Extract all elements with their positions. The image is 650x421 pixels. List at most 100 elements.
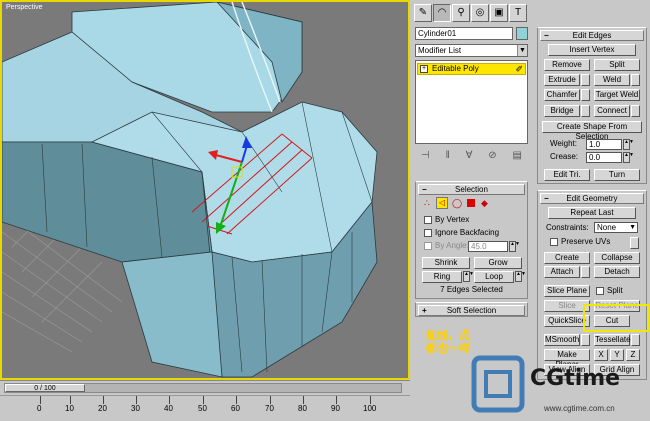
by-vertex-checkbox[interactable] <box>424 216 432 224</box>
edit-edges-rollout: − Edit Edges Insert Vertex Remove Split E… <box>537 27 647 184</box>
constraints-value: None <box>597 223 617 232</box>
cgtime-logo: CGtime www.cgtime.com.cn <box>470 352 650 419</box>
edit-geometry-rollout-header[interactable]: − Edit Geometry <box>540 193 644 204</box>
edge-mode-icon[interactable]: ◁ <box>436 197 448 209</box>
connect-settings-button[interactable] <box>631 105 640 117</box>
target-weld-button[interactable]: Target Weld <box>594 89 640 101</box>
connect-button[interactable]: Connect <box>594 105 630 117</box>
frame-ruler[interactable]: 0 10 20 30 40 50 60 70 80 90 100 <box>0 395 410 419</box>
create-tab-icon[interactable]: ✎ <box>414 4 432 22</box>
preserve-uvs-checkbox[interactable] <box>550 238 558 246</box>
time-slider-thumb[interactable]: 0 / 100 <box>5 384 85 392</box>
hierarchy-tab-icon[interactable]: ⚲ <box>452 4 470 22</box>
selection-title: Selection <box>455 185 488 194</box>
border-mode-icon[interactable]: ◯ <box>452 198 462 209</box>
crease-spinner[interactable]: ▲▼ <box>623 152 634 163</box>
viewport-label[interactable]: Perspective <box>6 4 43 11</box>
shrink-button[interactable]: Shrink <box>422 257 470 269</box>
msmooth-button[interactable]: MSmooth <box>544 334 580 346</box>
polygon-mode-icon[interactable] <box>467 199 475 207</box>
preserve-uvs-label: Preserve UVs <box>561 237 611 246</box>
stack-item-editable-poly[interactable]: + Editable Poly ✐ <box>417 63 526 75</box>
bridge-settings-button[interactable] <box>581 105 590 117</box>
crease-field[interactable]: 0.0 <box>586 152 622 163</box>
vertex-mode-icon[interactable]: ∴ <box>424 198 430 209</box>
soft-selection-rollout-header[interactable]: + Soft Selection <box>418 305 525 316</box>
attach-button[interactable]: Attach <box>544 266 580 278</box>
edit-tri-button[interactable]: Edit Tri. <box>544 169 590 181</box>
weld-settings-button[interactable] <box>631 74 640 86</box>
collapse-button[interactable]: Collapse <box>594 252 640 264</box>
stack-tools: ⊣ ‖ ∀ ⊘ ▤ <box>415 150 528 164</box>
repeat-last-button[interactable]: Repeat Last <box>548 207 636 219</box>
logo-url: www.cgtime.com.cn <box>544 404 615 413</box>
chamfer-settings-button[interactable] <box>581 89 590 101</box>
selection-rollout: − Selection ∴ ◁ ◯ ◆ By Vertex Ignore Back… <box>415 181 528 299</box>
tessellate-settings-button[interactable] <box>631 334 640 346</box>
subobject-icons: ∴ ◁ ◯ ◆ <box>424 197 494 210</box>
element-mode-icon[interactable]: ◆ <box>481 198 488 209</box>
perspective-viewport[interactable]: Perspective <box>0 0 410 380</box>
selection-rollout-header[interactable]: − Selection <box>418 184 525 195</box>
detach-button[interactable]: Detach <box>594 266 640 278</box>
loop-spinner[interactable]: ▲▼ <box>515 271 526 282</box>
slice-plane-button[interactable]: Slice Plane <box>544 285 590 297</box>
display-tab-icon[interactable]: ▣ <box>490 4 508 22</box>
by-vertex-label: By Vertex <box>435 215 470 224</box>
create-button[interactable]: Create <box>544 252 590 264</box>
extrude-button[interactable]: Extrude <box>544 74 580 86</box>
grow-button[interactable]: Grow <box>474 257 522 269</box>
pin-stack-icon[interactable]: ⊣ <box>421 150 430 164</box>
remove-button[interactable]: Remove <box>544 59 590 71</box>
weight-field[interactable]: 1.0 <box>586 139 622 150</box>
object-name-field[interactable]: Cylinder01 <box>415 27 513 40</box>
chevron-down-icon[interactable]: ▼ <box>517 45 527 56</box>
modifier-stack[interactable]: + Editable Poly ✐ <box>415 60 528 144</box>
preserve-uvs-settings-button[interactable] <box>630 237 639 249</box>
weld-button[interactable]: Weld <box>594 74 630 86</box>
weight-spinner[interactable]: ▲▼ <box>623 139 634 150</box>
expand-icon[interactable]: + <box>420 65 428 73</box>
edit-edges-title: Edit Edges <box>572 31 612 40</box>
split-checkbox[interactable] <box>596 287 604 295</box>
chamfer-button[interactable]: Chamfer <box>544 89 580 101</box>
loop-button[interactable]: Loop <box>474 271 514 283</box>
extrude-settings-button[interactable] <box>581 74 590 86</box>
annotation-line-1: 加线，点 <box>426 330 470 342</box>
turn-button[interactable]: Turn <box>594 169 640 181</box>
attach-settings-button[interactable] <box>581 266 590 278</box>
create-shape-button[interactable]: Create Shape From Selection <box>542 121 642 141</box>
selection-status: 7 Edges Selected <box>440 285 503 294</box>
ring-button[interactable]: Ring <box>422 271 462 283</box>
tick-label: 60 <box>231 404 240 413</box>
tessellate-button[interactable]: Tessellate <box>594 334 631 346</box>
split-button[interactable]: Split <box>594 59 640 71</box>
constraints-dropdown[interactable]: None ▼ <box>594 222 638 233</box>
time-slider[interactable]: 0 / 100 <box>4 383 402 393</box>
remove-modifier-icon[interactable]: ⊘ <box>488 150 496 164</box>
utilities-tab-icon[interactable]: T <box>509 4 527 22</box>
bridge-button[interactable]: Bridge <box>544 105 580 117</box>
soft-selection-rollout: + Soft Selection <box>415 302 528 317</box>
object-color-swatch[interactable] <box>516 27 528 40</box>
viewport-scene <box>2 2 378 378</box>
ignore-backfacing-checkbox[interactable] <box>424 229 432 237</box>
modify-tab-icon[interactable]: ◠ <box>433 4 451 22</box>
ring-spinner[interactable]: ▲▼ <box>463 271 474 282</box>
angle-field[interactable]: 45.0 <box>468 241 508 252</box>
msmooth-settings-button[interactable] <box>581 334 590 346</box>
angle-spinner[interactable]: ▲▼ <box>509 241 520 252</box>
motion-tab-icon[interactable]: ◎ <box>471 4 489 22</box>
insert-vertex-button[interactable]: Insert Vertex <box>548 44 636 56</box>
tick-label: 10 <box>65 404 74 413</box>
tick-label: 0 <box>37 404 42 413</box>
edit-edges-rollout-header[interactable]: − Edit Edges <box>540 30 644 41</box>
show-end-result-icon[interactable]: ‖ <box>446 150 450 164</box>
tick-label: 20 <box>98 404 107 413</box>
modifier-list-dropdown[interactable]: Modifier List ▼ <box>415 44 528 57</box>
make-unique-icon[interactable]: ∀ <box>466 150 473 164</box>
configure-sets-icon[interactable]: ▤ <box>513 150 522 164</box>
chevron-down-icon[interactable]: ▼ <box>629 223 636 232</box>
by-angle-checkbox[interactable] <box>424 242 432 250</box>
tick-label: 100 <box>363 404 377 413</box>
